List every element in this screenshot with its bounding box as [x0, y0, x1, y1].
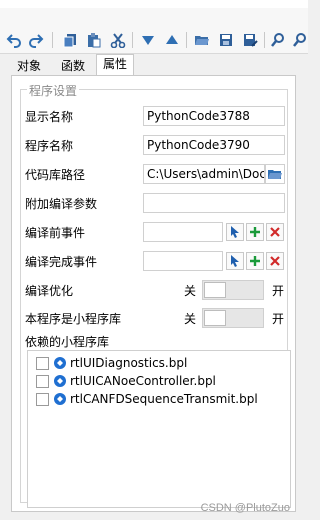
save-as-icon[interactable] — [240, 30, 260, 50]
is-mini-off-label: 关 — [184, 312, 197, 326]
optimize-label: 编译优化 — [25, 284, 74, 298]
post-compile-event-label: 编译完成事件 — [25, 255, 98, 269]
checkbox[interactable] — [36, 392, 49, 406]
pointer-icon — [231, 226, 239, 238]
post-compile-event-field[interactable] — [143, 251, 223, 271]
copy-icon[interactable] — [60, 30, 80, 50]
library-name: rtlUIDiagnostics.bpl — [70, 356, 188, 370]
is-mini-library-label: 本程序是小程序库 — [25, 312, 122, 326]
plus-icon — [250, 227, 260, 237]
checkbox[interactable] — [36, 374, 49, 388]
pre-event-add-button[interactable] — [246, 223, 264, 241]
is-mini-on-label: 开 — [272, 312, 285, 326]
program-name-field[interactable]: PythonCode3790 — [143, 135, 285, 155]
library-icon — [54, 393, 66, 405]
search-icon[interactable] — [268, 30, 288, 50]
optimize-on-label: 开 — [272, 284, 285, 298]
library-name: rtlUICANoeController.bpl — [70, 374, 216, 388]
optimize-off-label: 关 — [184, 284, 197, 298]
pre-event-select-button[interactable] — [226, 223, 244, 241]
move-down-icon[interactable] — [138, 30, 158, 50]
save-icon[interactable] — [216, 30, 236, 50]
library-icon — [54, 375, 66, 387]
plus-icon — [250, 256, 260, 266]
pre-event-remove-button[interactable] — [266, 223, 284, 241]
library-icon — [54, 357, 66, 369]
list-item[interactable]: rtlUICANoeController.bpl — [36, 373, 216, 389]
post-event-add-button[interactable] — [246, 252, 264, 270]
redo-icon[interactable] — [26, 30, 46, 50]
tab-bar: 对象 函数 属性 — [0, 54, 308, 76]
group-title: 程序设置 — [27, 82, 80, 99]
cut-icon[interactable] — [108, 30, 128, 50]
post-event-remove-button[interactable] — [266, 252, 284, 270]
display-name-field[interactable]: PythonCode3788 — [143, 106, 285, 126]
compile-params-field[interactable] — [143, 193, 285, 213]
library-name: rtlCANFDSequenceTransmit.bpl — [70, 392, 258, 406]
watermark: CSDN @PlutoZuo — [200, 502, 290, 514]
move-up-icon[interactable] — [162, 30, 182, 50]
repo-path-label: 代码库路径 — [25, 168, 86, 182]
pre-compile-event-field[interactable] — [143, 222, 223, 242]
delete-icon — [270, 227, 280, 237]
toggle-knob — [204, 282, 226, 298]
tab-objects[interactable]: 对象 — [10, 56, 48, 76]
toolbar — [0, 8, 308, 54]
dependent-libs-label: 依赖的小程序库 — [25, 335, 110, 349]
search-next-icon[interactable] — [290, 30, 310, 50]
post-event-select-button[interactable] — [226, 252, 244, 270]
folder-icon — [268, 170, 282, 179]
pre-compile-event-label: 编译前事件 — [25, 226, 86, 240]
optimize-toggle[interactable] — [202, 280, 264, 300]
browse-folder-button[interactable] — [265, 164, 285, 184]
compile-params-label: 附加编译参数 — [25, 197, 98, 211]
pointer-icon — [231, 255, 239, 267]
paste-icon[interactable] — [84, 30, 104, 50]
list-item[interactable]: rtlCANFDSequenceTransmit.bpl — [36, 391, 258, 407]
is-mini-library-toggle[interactable] — [202, 308, 264, 328]
dependent-libs-list: rtlUIDiagnostics.bpl rtlUICANoeControlle… — [27, 350, 291, 508]
open-folder-icon[interactable] — [192, 30, 212, 50]
repo-path-field[interactable]: C:\Users\admin\Docur — [143, 164, 265, 184]
tab-functions[interactable]: 函数 — [54, 56, 92, 76]
list-item[interactable]: rtlUIDiagnostics.bpl — [36, 355, 187, 371]
checkbox[interactable] — [36, 356, 49, 370]
delete-icon — [270, 256, 280, 266]
display-name-label: 显示名称 — [25, 110, 74, 124]
toggle-knob — [204, 310, 226, 326]
tab-properties[interactable]: 属性 — [96, 54, 135, 76]
top-edge-fragment — [0, 0, 308, 8]
undo-icon[interactable] — [4, 30, 24, 50]
program-name-label: 程序名称 — [25, 139, 74, 153]
